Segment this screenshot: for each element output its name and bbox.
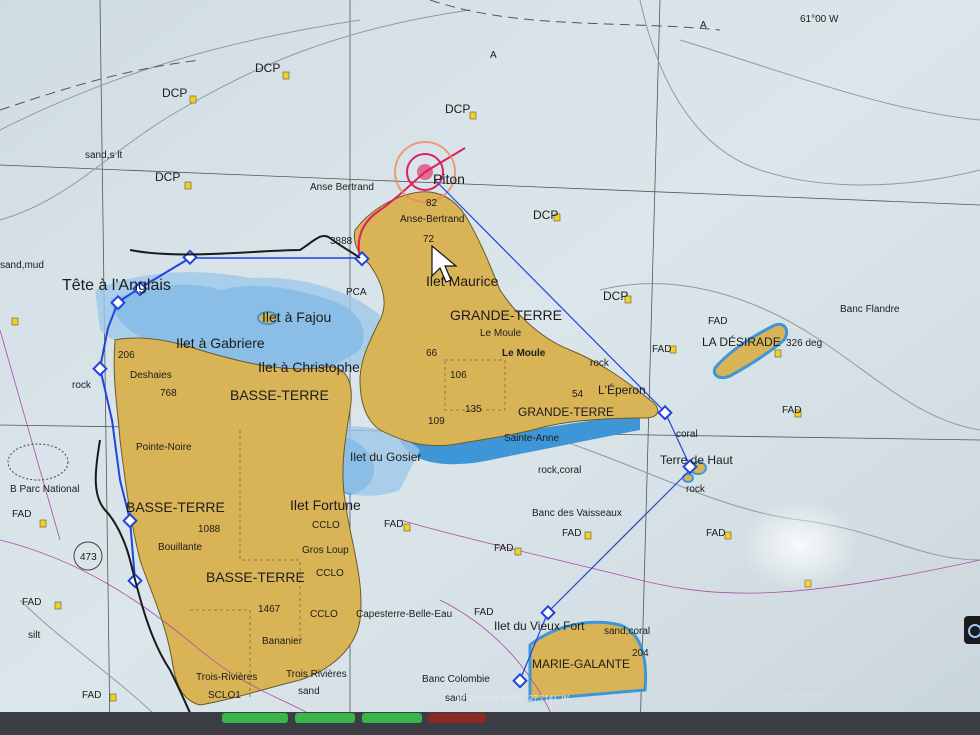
label: GRANDE-TERRE [518,405,614,419]
label: Anse-Bertrand [400,214,464,225]
label: 326 deg [786,338,822,349]
label: Ilet à Christophe [258,359,360,375]
label: PCA [346,287,367,298]
label: 135 [465,404,482,415]
label: coral [676,429,698,440]
label: CCLO [312,520,340,531]
label: Deshaies [130,370,172,381]
label: 82 [426,198,438,209]
status-tab-1[interactable] [222,713,288,723]
label: CCLO [310,609,338,620]
status-tab-4[interactable] [428,713,486,723]
label: 473 [80,552,97,563]
label: FAD [652,344,671,355]
label: DCP [162,86,187,100]
label: BASSE-TERRE [126,499,225,515]
label: sand,mud [0,260,44,271]
status-tab-2[interactable] [295,713,355,723]
label: FAD [494,543,513,554]
label: FAD [82,690,101,701]
label: Bananier [262,636,303,647]
label: FAD [562,528,581,539]
label: DCP [533,208,558,222]
label: BASSE-TERRE [230,387,329,403]
label: Ilet du Vieux Fort [494,619,585,633]
label: Le Moule [480,328,522,339]
label: sand [298,686,320,697]
circle-icon [968,624,980,638]
label: 3888 [330,236,353,247]
label: Banc Flandre [840,304,900,315]
label: CCLO [316,568,344,579]
label: FAD [384,519,403,530]
label: 66 [426,348,438,359]
label: DCP [603,289,628,303]
label: Ilet à Fajou [262,309,331,325]
label: sand,s lt [85,150,122,161]
label: DCP [445,102,470,116]
label: GRANDE-TERRE [450,307,562,323]
label: Banc des Vaisseaux [532,508,622,519]
label: 54 [572,389,584,400]
label: rock [72,380,92,391]
label: Trois Rivières [286,669,347,680]
label: FAD [782,405,801,416]
label: Pointe-Noire [136,442,192,453]
label: Terre de Haut [660,453,733,467]
label: 206 [118,350,135,361]
lane-label: A [700,20,707,31]
chart-plotter-screen: A A 61°00 W DCP DCP DCP DCP DCP DCP sand… [0,0,980,735]
status-tab-3[interactable] [362,713,422,723]
label: Ilet à Gabriere [176,335,265,351]
label: BASSE-TERRE [206,569,305,585]
weather-widget[interactable]: 23°C Stark bewölkt [760,690,828,699]
label: 106 [450,370,467,381]
label: 768 [160,388,177,399]
nautical-chart[interactable]: A A 61°00 W DCP DCP DCP DCP DCP DCP sand… [0,0,980,735]
lane-label: A [490,50,497,61]
label: FAD [474,607,493,618]
label: silt [28,630,40,641]
label: B Parc National [10,484,79,495]
label: Ilet du Gosier [350,450,421,464]
label: 204 [632,648,649,659]
label: DCP [255,61,280,75]
label: MARIE-GALANTE [532,657,630,671]
label: Ilet Maurice [426,273,499,289]
label: L'Éperon [598,382,646,397]
label: Tête à l'Anglais [62,277,171,294]
label: SCLO1 [208,690,241,701]
label: rock,coral [538,465,581,476]
label: rock [686,484,706,495]
app-tray-icon[interactable] [964,616,980,644]
label: 72 [423,234,435,245]
label: LA DÉSIRADE [702,334,781,349]
label: Ilet Fortune [290,497,361,513]
label: 1088 [198,524,221,535]
label: Gros Loup [302,545,349,556]
label: Le Moule [502,348,546,359]
label: rock [590,358,610,369]
label: Bouillante [158,542,202,553]
label: 1467 [258,604,281,615]
longitude-label: 61°00 W [800,14,839,25]
label: FAD [12,509,31,520]
label: Piton [433,171,465,187]
label: 109 [428,416,445,427]
label: FAD [708,316,727,327]
position-readout: 16° 26.2463' N 061° 27.7141' W [455,694,569,703]
label: Anse Bertrand [310,182,374,193]
label: Capesterre-Belle-Eau [356,609,452,620]
label: Trois-Rivières [196,672,257,683]
label: DCP [155,170,180,184]
label: Banc Colombie [422,674,490,685]
label: FAD [706,528,725,539]
label: sand,coral [604,626,650,637]
label: Sainte-Anne [504,433,559,444]
label: FAD [22,597,41,608]
status-bar [0,712,980,735]
